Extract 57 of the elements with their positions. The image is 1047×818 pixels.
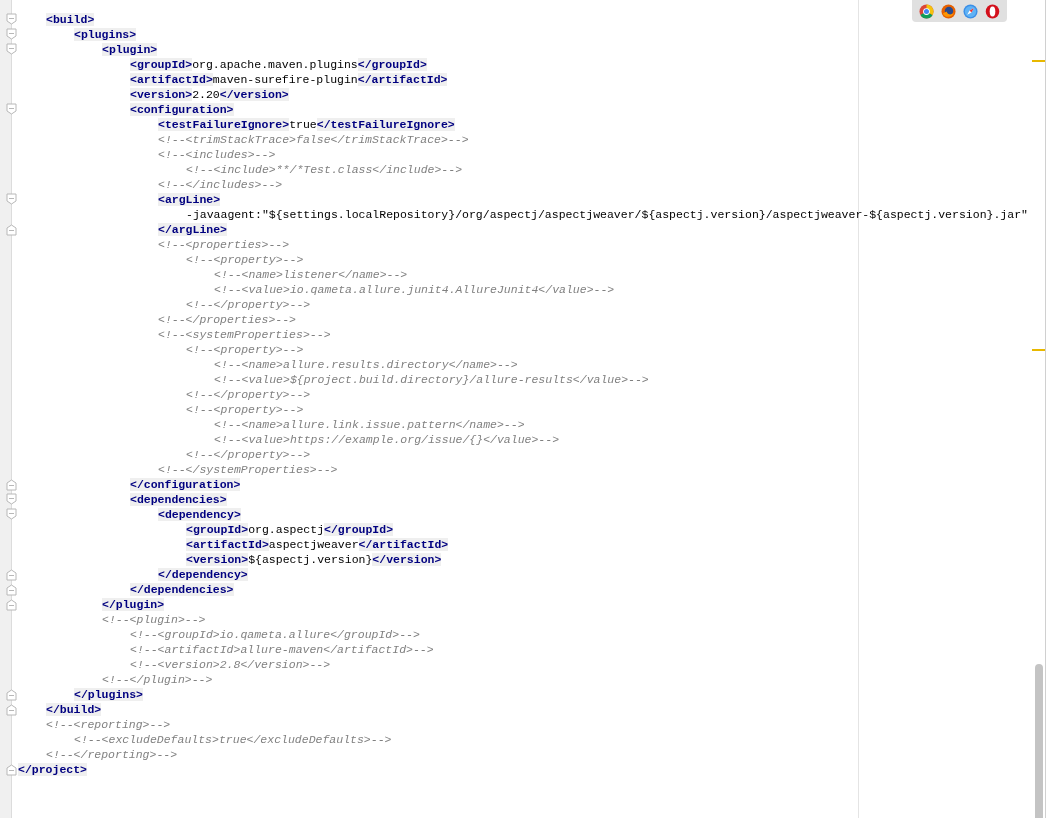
fold-icon[interactable]: [6, 598, 17, 611]
code-line: <!--<artifactId>allure-maven</artifactId>-->: [130, 642, 434, 657]
code-line: <groupId>org.apache.maven.plugins</groupId>: [130, 57, 427, 72]
code-line: <!--<plugin>-->: [102, 612, 206, 627]
code-line: <!--<name>allure.results.directory</name>-->: [214, 357, 518, 372]
code-line: <!--<groupId>io.qameta.allure</groupId>-->: [130, 627, 420, 642]
scrollbar-thumb[interactable]: [1035, 664, 1043, 818]
code-line: <!--</property>-->: [186, 447, 311, 462]
code-line: <!--<include>**/*Test.class</include>-->: [186, 162, 463, 177]
fold-icon[interactable]: [6, 703, 17, 716]
code-line: <!--<property>-->: [186, 342, 304, 357]
fold-icon[interactable]: [6, 583, 17, 596]
code-line: <!--</property>-->: [186, 297, 311, 312]
code-line: <!--<value>https://example.org/issue/{}</value>-->: [214, 432, 560, 447]
code-line: <!--<property>-->: [186, 402, 304, 417]
code-line: <!--</properties>-->: [158, 312, 297, 327]
fold-icon[interactable]: [6, 43, 17, 56]
fold-icon[interactable]: [6, 508, 17, 521]
fold-icon[interactable]: [6, 493, 17, 506]
code-line: <testFailureIgnore>true</testFailureIgnore>: [158, 117, 455, 132]
fold-icon[interactable]: [6, 223, 17, 236]
fold-icon[interactable]: [6, 688, 17, 701]
code-line: <!--<value>${project.build.directory}/allure-results</value>-->: [214, 372, 649, 387]
code-line: <!--<includes>-->: [158, 147, 276, 162]
code-line: <!--<name>allure.link.issue.pattern</name>-->: [214, 417, 525, 432]
code-line: <!--<version>2.8</version>-->: [130, 657, 331, 672]
fold-icon[interactable]: [6, 568, 17, 581]
code-line: <!--<value>io.qameta.allure.junit4.AllureJunit4</value>-->: [214, 282, 615, 297]
fold-icon[interactable]: [6, 478, 17, 491]
code-line: <!--<trimStackTrace>false</trimStackTrace>-->: [158, 132, 469, 147]
browser-icon[interactable]: [940, 3, 956, 19]
code-line: <!--<reporting>-->: [46, 717, 171, 732]
code-line: <!--</property>-->: [186, 387, 311, 402]
code-line: <!--</systemProperties>-->: [158, 462, 338, 477]
error-stripe-mark[interactable]: [1032, 349, 1046, 351]
browser-icon[interactable]: [985, 3, 1001, 19]
code-line: <groupId>org.aspectj</groupId>: [186, 522, 394, 537]
code-line: <!--</reporting>-->: [46, 747, 178, 762]
code-line: -javaagent:"${settings.localRepository}/org/aspectj/aspectjweaver/${aspectj.version}/aspectjweaver-${aspectj.version}.jar": [186, 207, 1028, 222]
browser-icon[interactable]: [918, 3, 934, 19]
code-line: <!--<properties>-->: [158, 237, 290, 252]
fold-icon[interactable]: [6, 13, 17, 26]
code-line: <version>2.20</version>: [130, 87, 289, 102]
fold-icon[interactable]: [6, 28, 17, 41]
code-line: <!--</plugin>-->: [102, 672, 213, 687]
code-line: <version>${aspectj.version}</version>: [186, 552, 442, 567]
code-line: <!--</includes>-->: [158, 177, 283, 192]
code-line: <!--<name>listener</name>-->: [214, 267, 408, 282]
code-line: <artifactId>maven-surefire-plugin</artifactId>: [130, 72, 448, 87]
fold-icon[interactable]: [6, 193, 17, 206]
fold-icon[interactable]: [6, 763, 17, 776]
code-line: <artifactId>aspectjweaver</artifactId>: [186, 537, 449, 552]
fold-icon[interactable]: [6, 103, 17, 116]
code-line: <!--<systemProperties>-->: [158, 327, 331, 342]
error-stripe-mark[interactable]: [1032, 60, 1046, 62]
code-line: <!--<excludeDefaults>true</excludeDefaults>-->: [74, 732, 392, 747]
code-line: <!--<property>-->: [186, 252, 304, 267]
